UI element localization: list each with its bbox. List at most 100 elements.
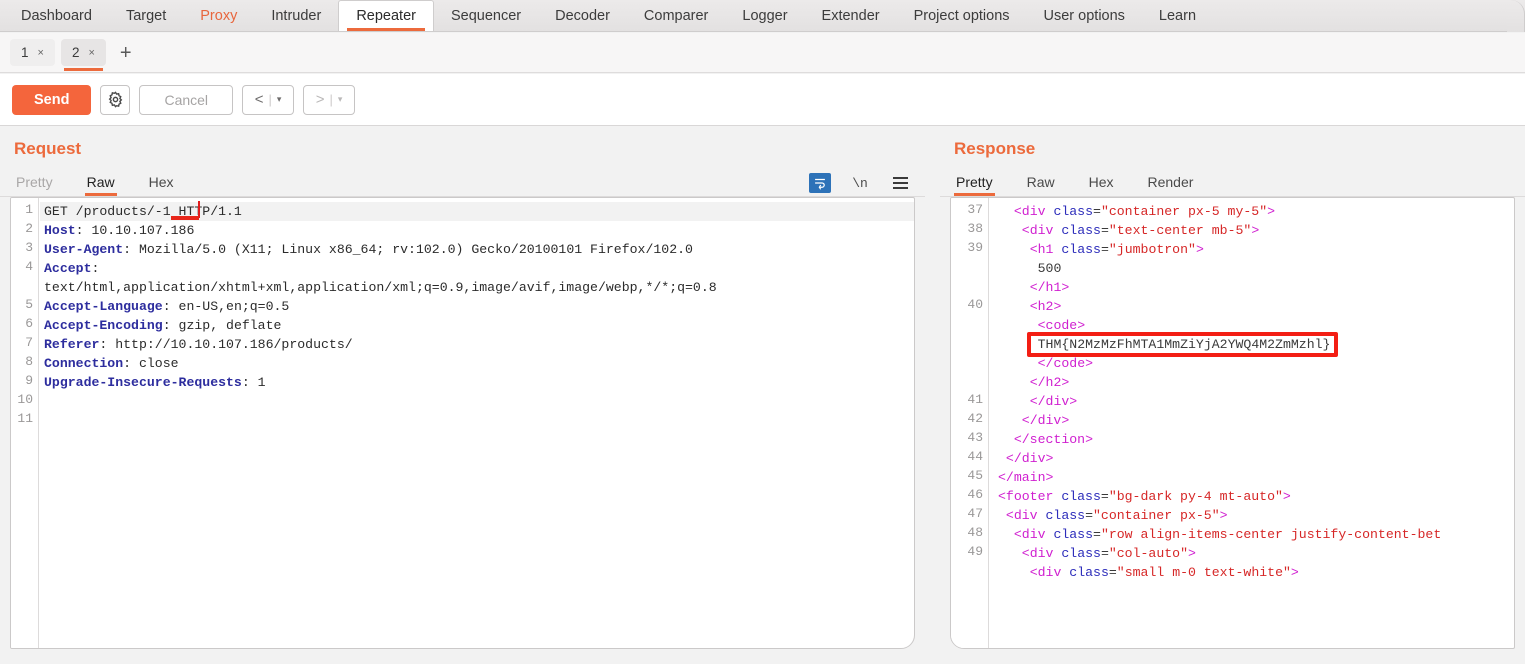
request-panel: Request Pretty Raw Hex \n 1 2 3 4 5 6 7 8 9 10 1: [0, 127, 925, 664]
code-token: </section>: [1013, 432, 1093, 447]
code-token: <: [998, 489, 1006, 504]
line-number: 47: [967, 506, 983, 521]
code-token: Accept-Encoding: [44, 318, 163, 333]
code-line: </main>: [994, 468, 1053, 487]
response-editor[interactable]: 37 38 39 40 41 42 43 44 45 46 47 48 49 <div class="c…: [950, 197, 1515, 649]
code-line: Referer: http://10.10.107.186/products/: [44, 335, 353, 354]
line-number: 6: [25, 316, 33, 331]
code-token: div: [1029, 223, 1054, 238]
action-toolbar: Send Cancel < | ▾ > | ▾: [0, 74, 1525, 126]
code-token: class: [1045, 204, 1094, 219]
main-tab-label: Proxy: [200, 7, 238, 24]
code-line: User-Agent: Mozilla/5.0 (X11; Linux x86_…: [44, 240, 693, 259]
main-tab-repeater[interactable]: Repeater: [338, 0, 434, 31]
code-line: <div class="container px-5 my-5">: [994, 202, 1275, 221]
code-token: >: [1219, 508, 1228, 523]
code-line: Connection: close: [44, 354, 179, 373]
code-token: div: [1021, 527, 1046, 542]
code-token: >: [1282, 489, 1291, 504]
code-line: <code>: [994, 316, 1085, 335]
add-tab-button[interactable]: +: [112, 43, 140, 63]
request-subtab-hex[interactable]: Hex: [147, 174, 190, 196]
code-line: 500: [994, 259, 1062, 278]
main-tab-decoder[interactable]: Decoder: [538, 0, 627, 31]
code-token: h1: [1037, 242, 1054, 257]
code-token: =: [1108, 565, 1117, 580]
line-number: 5: [25, 297, 33, 312]
close-icon[interactable]: ×: [88, 47, 94, 59]
main-tab-user-options[interactable]: User options: [1027, 0, 1142, 31]
send-button[interactable]: Send: [12, 84, 92, 115]
code-token: text/html,application/xhtml+xml,applicat…: [44, 280, 717, 295]
code-line: text/html,application/xhtml+xml,applicat…: [44, 278, 717, 297]
response-code-area[interactable]: <div class="container px-5 my-5"> <div cl…: [990, 198, 1514, 648]
code-token: =: [1100, 489, 1109, 504]
request-subtabs: Pretty Raw Hex \n: [0, 167, 925, 197]
code-token: :: [91, 261, 100, 276]
code-line: </h2>: [994, 373, 1070, 392]
line-number: 44: [967, 449, 983, 464]
request-title: Request: [14, 139, 82, 158]
forward-button[interactable]: > | ▾: [303, 84, 356, 115]
code-line: <div class="row align-items-center justi…: [994, 525, 1441, 544]
back-button[interactable]: < | ▾: [242, 84, 295, 115]
cancel-button[interactable]: Cancel: [139, 84, 234, 115]
main-tab-target[interactable]: Target: [109, 0, 183, 31]
response-title: Response: [954, 139, 1036, 158]
request-subtab-pretty[interactable]: Pretty: [14, 174, 69, 196]
response-subtab-raw[interactable]: Raw: [1025, 174, 1071, 196]
menu-icon[interactable]: [889, 173, 911, 193]
main-tab-extender[interactable]: Extender: [805, 0, 897, 31]
request-editor[interactable]: 1 2 3 4 5 6 7 8 9 10 11 GET /products/-1 HTTP/1.1 H…: [10, 197, 915, 649]
word-wrap-icon[interactable]: [809, 173, 831, 193]
code-token: Upgrade-Insecure-Requests: [44, 375, 242, 390]
line-number: 42: [967, 411, 983, 426]
main-tab-intruder[interactable]: Intruder: [254, 0, 338, 31]
code-token: : 1: [241, 375, 266, 390]
newline-icon[interactable]: \n: [849, 173, 871, 193]
code-token: "text-center mb-5": [1108, 223, 1252, 238]
request-code-area[interactable]: GET /products/-1 HTTP/1.1 Host: 10.10.107…: [40, 198, 914, 648]
response-subtab-hex[interactable]: Hex: [1087, 174, 1130, 196]
request-subtab-raw[interactable]: Raw: [84, 174, 131, 196]
code-line: Accept-Language: en-US,en;q=0.5: [44, 297, 289, 316]
main-tab-comparer[interactable]: Comparer: [627, 0, 725, 31]
response-subtab-pretty[interactable]: Pretty: [954, 174, 1009, 196]
code-token: <: [1021, 546, 1030, 561]
repeater-tab-1[interactable]: 1 ×: [10, 39, 55, 66]
code-token: <: [1013, 204, 1022, 219]
main-tab-project-options[interactable]: Project options: [897, 0, 1027, 31]
request-line-gutter: 1 2 3 4 5 6 7 8 9 10 11: [11, 198, 39, 648]
code-token: >: [1290, 565, 1299, 580]
main-tab-logger[interactable]: Logger: [725, 0, 804, 31]
code-token: >: [1251, 223, 1260, 238]
main-tab-label: Target: [125, 7, 167, 24]
code-line: THM{N2MzMzFhMTA1MmZiYjA2YWQ4M2ZmMzhl}: [994, 335, 1331, 354]
main-tab-learn[interactable]: Learn: [1142, 0, 1213, 31]
code-line: <footer class="bg-dark py-4 mt-auto">: [994, 487, 1291, 506]
code-token: Referer: [44, 337, 100, 352]
code-token: class: [1061, 565, 1109, 580]
code-line: </h1>: [994, 278, 1070, 297]
code-token: : gzip, deflate: [162, 318, 282, 333]
code-token: </div>: [1029, 394, 1078, 409]
main-tab-label: Project options: [913, 7, 1010, 24]
nav-separator: |: [268, 92, 272, 107]
main-tab-dashboard[interactable]: Dashboard: [4, 0, 109, 31]
gear-icon[interactable]: [100, 84, 131, 115]
chevron-down-icon: ▾: [337, 94, 343, 104]
code-token: "col-auto": [1108, 546, 1188, 561]
code-line: </section>: [994, 430, 1093, 449]
main-tab-label: Repeater: [356, 8, 416, 24]
code-line: </div>: [994, 449, 1053, 468]
main-tab-proxy[interactable]: Proxy: [183, 0, 254, 31]
response-subtabs: Pretty Raw Hex Render: [940, 167, 1525, 197]
close-icon[interactable]: ×: [38, 47, 44, 59]
response-subtab-render[interactable]: Render: [1146, 174, 1210, 196]
request-editor-icons: \n: [809, 173, 911, 193]
repeater-tab-2[interactable]: 2 ×: [60, 39, 106, 71]
main-tab-label: Extender: [821, 7, 880, 24]
main-tab-sequencer[interactable]: Sequencer: [434, 0, 538, 31]
code-token: "small m-0 text-white": [1116, 565, 1291, 580]
code-token: <: [1029, 565, 1038, 580]
